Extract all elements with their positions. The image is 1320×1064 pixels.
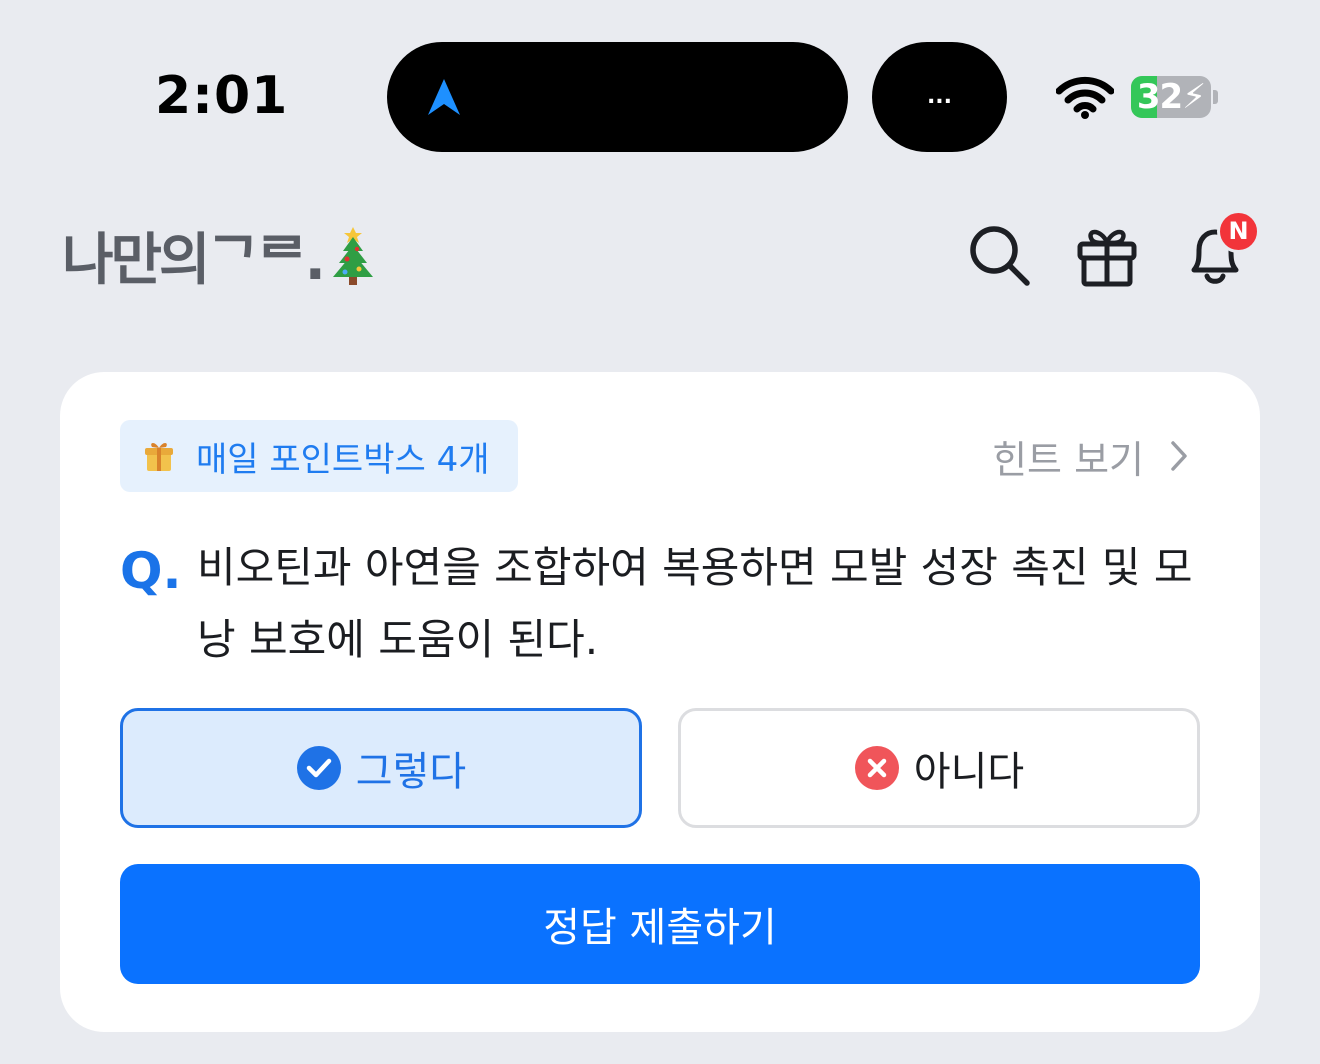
submit-answer-button[interactable]: 정답 제출하기: [120, 864, 1200, 984]
christmas-tree-icon: [332, 227, 373, 285]
chevron-right-icon: [1171, 441, 1187, 471]
search-icon[interactable]: [966, 222, 1032, 288]
gift-box-icon: [145, 443, 173, 471]
gift-icon[interactable]: [1074, 222, 1140, 288]
wifi-icon: [1056, 76, 1114, 119]
hint-label: 힌트 보기: [992, 437, 1144, 482]
battery-level: 32: [1136, 77, 1183, 117]
question-text: 비오틴과 아연을 조합하여 복용하면 모발 성장 촉진 및 모낭 보호에 도움이…: [197, 543, 1193, 664]
answer-no-button[interactable]: 아니다: [678, 708, 1200, 828]
daily-pointbox-chip[interactable]: 매일 포인트박스 4개: [120, 420, 518, 492]
answer-yes-button[interactable]: 그렇다: [120, 708, 642, 828]
app-logo[interactable]: 나만의ᄀᄅ.: [62, 220, 377, 293]
answer-yes-label: 그렇다: [355, 749, 467, 795]
hint-link[interactable]: 힌트 보기: [992, 428, 1190, 484]
x-circle-icon: [854, 746, 899, 790]
answer-no-label: 아니다: [913, 749, 1025, 795]
battery-nub: [1213, 90, 1218, 104]
question-prefix: Q.: [120, 542, 182, 600]
status-time: 2:01: [155, 66, 289, 126]
battery-indicator: 32⚡: [1131, 76, 1211, 118]
charging-bolt-icon: ⚡: [1182, 77, 1206, 117]
notification-badge: N: [1217, 210, 1260, 253]
check-circle-icon: [296, 746, 341, 790]
logo-text: 나만의ᄀᄅ.: [62, 227, 326, 293]
quiz-card: 매일 포인트박스 4개 힌트 보기 Q. 비오틴과 아연을 조합하여 복용하면 …: [60, 372, 1260, 1032]
pointbox-label: 매일 포인트박스 4개: [196, 439, 490, 480]
status-bar: 2:01 ... 32⚡: [0, 0, 1320, 190]
dynamic-island-activity[interactable]: ...: [872, 42, 1007, 152]
submit-label: 정답 제출하기: [543, 905, 777, 951]
navigation-arrow-icon: [428, 79, 460, 115]
